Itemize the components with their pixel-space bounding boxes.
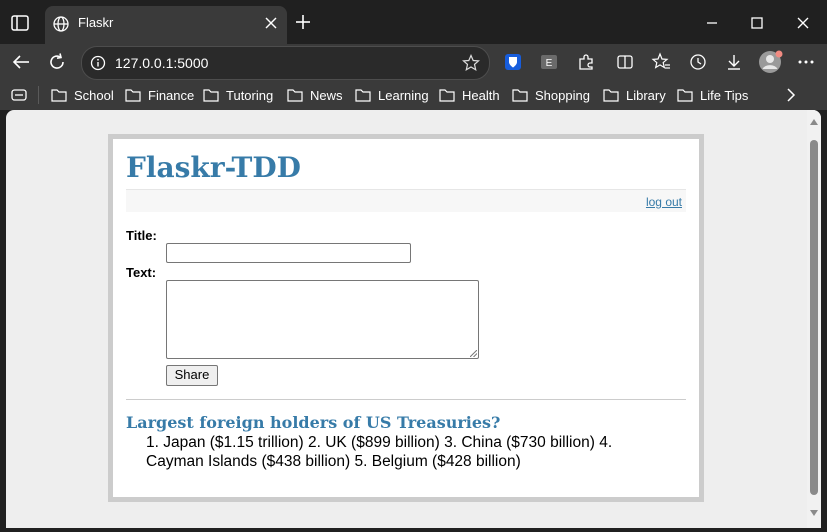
- tab-actions-icon[interactable]: [9, 12, 31, 34]
- bookmark-label: News: [310, 87, 343, 103]
- close-window-icon[interactable]: [790, 10, 816, 36]
- tab-strip: Flaskr: [0, 0, 827, 44]
- scroll-thumb[interactable]: [810, 140, 818, 495]
- e-extension-icon[interactable]: E: [539, 52, 559, 72]
- bookmarks-divider: [38, 86, 39, 104]
- bookmark-label: Finance: [148, 87, 195, 103]
- bookmark-finance[interactable]: Finance: [124, 86, 194, 104]
- title-input[interactable]: [166, 243, 411, 263]
- address-bar[interactable]: 127.0.0.1:5000: [81, 46, 490, 80]
- maximize-icon[interactable]: [744, 10, 770, 36]
- share-button[interactable]: Share: [166, 365, 218, 386]
- folder-icon: [512, 89, 528, 102]
- more-menu-icon[interactable]: [796, 52, 816, 72]
- entry-text: 1. Japan ($1.15 trillion) 2. UK ($899 bi…: [146, 434, 613, 470]
- scroll-down-arrow-icon[interactable]: [810, 510, 818, 516]
- entries-divider: [126, 399, 686, 400]
- logout-link[interactable]: log out: [646, 195, 682, 209]
- bookmark-tutoring[interactable]: Tutoring: [202, 86, 273, 104]
- folder-icon: [287, 89, 303, 102]
- bookmark-life-tips[interactable]: Life Tips: [676, 86, 748, 104]
- svg-text:E: E: [546, 58, 553, 69]
- page-title: Flaskr-TDD: [126, 151, 301, 184]
- folder-icon: [203, 89, 219, 102]
- bookmark-label: School: [74, 87, 114, 103]
- chevron-right-icon[interactable]: [782, 86, 800, 104]
- site-info-icon[interactable]: [90, 55, 106, 71]
- bookmark-label: Tutoring: [226, 87, 274, 103]
- folder-icon: [125, 89, 141, 102]
- text-textarea[interactable]: [166, 280, 479, 359]
- bookmark-label: Life Tips: [700, 87, 749, 103]
- new-tab-icon[interactable]: [293, 12, 313, 32]
- bookmark-school[interactable]: School: [50, 86, 114, 104]
- folder-icon: [677, 89, 693, 102]
- metanav: log out: [126, 189, 686, 212]
- globe-icon: [53, 16, 69, 32]
- extensions-puzzle-icon[interactable]: [576, 52, 596, 72]
- title-label: Title:: [126, 228, 157, 243]
- text-label: Text:: [126, 265, 157, 280]
- entry-title: Largest foreign holders of US Treasuries…: [126, 413, 501, 432]
- split-screen-icon[interactable]: [615, 52, 635, 72]
- folder-icon: [355, 89, 371, 102]
- favorites-icon[interactable]: [651, 52, 671, 72]
- bookmark-shopping[interactable]: Shopping: [511, 86, 590, 104]
- folder-icon: [603, 89, 619, 102]
- scroll-up-arrow-icon[interactable]: [810, 119, 818, 125]
- bookmarks-bar: School Finance Tutoring News Learning He…: [0, 80, 827, 110]
- reload-icon[interactable]: [45, 50, 69, 74]
- url-text: 127.0.0.1:5000: [115, 55, 209, 71]
- web-viewport: Flaskr-TDD log out Title: Text: Share La…: [6, 110, 821, 528]
- browser-tab[interactable]: Flaskr: [45, 6, 287, 44]
- bookmark-health[interactable]: Health: [438, 86, 500, 104]
- profile-avatar[interactable]: [758, 49, 784, 75]
- minimize-icon[interactable]: [699, 10, 725, 36]
- close-tab-icon[interactable]: [263, 15, 279, 31]
- bookmark-learning[interactable]: Learning: [354, 86, 429, 104]
- back-icon[interactable]: [9, 50, 33, 74]
- folder-icon: [51, 89, 67, 102]
- bookmark-library[interactable]: Library: [602, 86, 666, 104]
- bookmark-label: Health: [462, 87, 500, 103]
- vertical-scrollbar[interactable]: [807, 110, 821, 528]
- resize-grip-icon[interactable]: [470, 350, 477, 357]
- collections-icon[interactable]: [10, 86, 28, 104]
- downloads-icon[interactable]: [724, 52, 744, 72]
- bookmark-star-icon[interactable]: [462, 54, 480, 72]
- history-icon[interactable]: [688, 52, 708, 72]
- bookmark-label: Shopping: [535, 87, 590, 103]
- tab-title: Flaskr: [78, 15, 114, 30]
- bookmark-label: Library: [626, 87, 666, 103]
- bookmark-label: Learning: [378, 87, 429, 103]
- navigation-bar: 127.0.0.1:5000 E: [0, 44, 827, 80]
- bookmark-news[interactable]: News: [286, 86, 343, 104]
- flaskr-page: Flaskr-TDD log out Title: Text: Share La…: [108, 134, 704, 502]
- bitwarden-extension-icon[interactable]: [503, 52, 523, 72]
- folder-icon: [439, 89, 455, 102]
